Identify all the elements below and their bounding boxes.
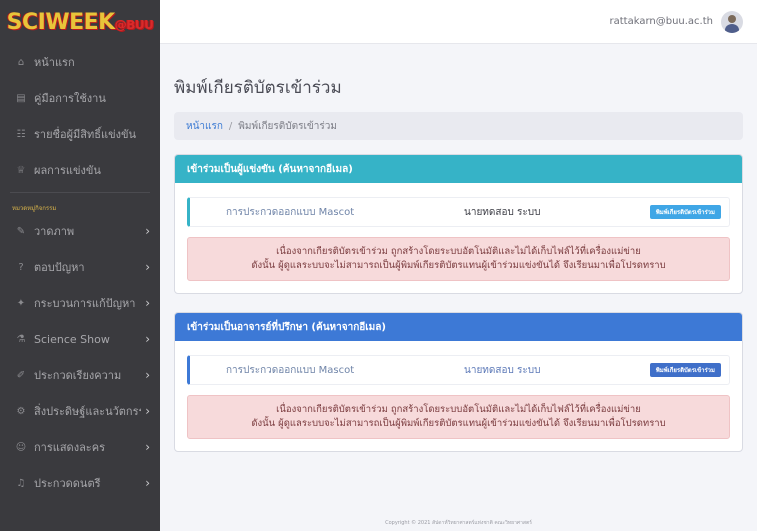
sidebar-item-drawing[interactable]: ✎ วาดภาพ › bbox=[0, 213, 160, 249]
list-item: การประกวดออกแบบ Mascot นายทดสอบ ระบบ พิม… bbox=[187, 355, 730, 385]
breadcrumb-separator: / bbox=[228, 120, 233, 132]
sidebar-item-label: Science Show bbox=[34, 332, 110, 346]
brush-icon: ✎ bbox=[16, 225, 26, 237]
trophy-icon: ♕ bbox=[16, 164, 26, 176]
notice-line-1: เนื่องจากเกียรติบัตรเข้าร่วม ถูกสร้างโดย… bbox=[276, 404, 641, 415]
pen-icon: ✐ bbox=[16, 369, 26, 381]
sidebar-item-quiz[interactable]: ? ตอบปัญหา › bbox=[0, 249, 160, 285]
bulb-icon: ✦ bbox=[16, 297, 26, 309]
topbar: rattakarn@buu.ac.th bbox=[160, 0, 757, 44]
entry-contest-title: การประกวดออกแบบ Mascot bbox=[226, 206, 355, 218]
sidebar-item-label: รายชื่อผู้มีสิทธิ์แข่งขัน bbox=[34, 128, 136, 141]
page-title: พิมพ์เกียรติบัตรเข้าร่วม bbox=[174, 78, 342, 98]
chevron-right-icon: › bbox=[145, 332, 150, 346]
logo[interactable]: SCIWEEK@BUU bbox=[0, 0, 160, 44]
competitor-card-body: การประกวดออกแบบ Mascot นายทดสอบ ระบบ พิม… bbox=[175, 183, 742, 293]
notice-alert: เนื่องจากเกียรติบัตรเข้าร่วม ถูกสร้างโดย… bbox=[187, 237, 730, 281]
chevron-right-icon: › bbox=[145, 368, 150, 382]
list-item: การประกวดออกแบบ Mascot นายทดสอบ ระบบ พิม… bbox=[187, 197, 730, 227]
entry-participant-name: นายทดสอบ ระบบ bbox=[464, 206, 541, 218]
advisor-card-header: เข้าร่วมเป็นอาจารย์ที่ปรึกษา (ค้นหาจากอี… bbox=[175, 313, 742, 341]
notice-line-2: ดังนั้น ผู้ดูแลระบบจะไม่สามารถเป็นผู้พิม… bbox=[251, 260, 666, 271]
sidebar-item-label: คู่มือการใช้งาน bbox=[34, 92, 106, 105]
notice-line-2: ดังนั้น ผู้ดูแลระบบจะไม่สามารถเป็นผู้พิม… bbox=[251, 418, 666, 429]
sidebar-item-label: ประกวดเรียงความ bbox=[34, 369, 122, 382]
mask-icon: ☺ bbox=[15, 441, 27, 453]
main-content: พิมพ์เกียรติบัตรเข้าร่วม หน้าแรก / พิมพ์… bbox=[160, 44, 757, 531]
breadcrumb-home-link[interactable]: หน้าแรก bbox=[186, 119, 223, 134]
entry-contest-title: การประกวดออกแบบ Mascot bbox=[226, 364, 355, 376]
chevron-right-icon: › bbox=[145, 260, 150, 274]
sidebar-divider bbox=[10, 192, 150, 193]
home-icon: ⌂ bbox=[17, 56, 25, 68]
sidebar-heading: หมวดหมู่กิจกรรม bbox=[12, 205, 57, 212]
sidebar-item-problem-solving[interactable]: ✦ กระบวนการแก้ปัญหา › bbox=[0, 285, 160, 321]
user-email[interactable]: rattakarn@buu.ac.th bbox=[610, 16, 714, 27]
chevron-right-icon: › bbox=[145, 224, 150, 238]
logo-suffix: @BUU bbox=[114, 17, 154, 32]
breadcrumb: หน้าแรก / พิมพ์เกียรติบัตรเข้าร่วม bbox=[174, 112, 743, 140]
sidebar-item-label: ตอบปัญหา bbox=[34, 261, 85, 274]
breadcrumb-current: พิมพ์เกียรติบัตรเข้าร่วม bbox=[238, 120, 337, 132]
question-icon: ? bbox=[18, 261, 24, 273]
sidebar-item-label: กระบวนการแก้ปัญหา bbox=[34, 297, 136, 310]
book-icon: ▤ bbox=[16, 92, 26, 104]
entry-participant-name: นายทดสอบ ระบบ bbox=[464, 364, 541, 376]
print-certificate-button[interactable]: พิมพ์เกียรติบัตรเข้าร่วม bbox=[649, 363, 721, 377]
sidebar-item-label: การแสดงละคร bbox=[34, 441, 105, 454]
sidebar-item-essay[interactable]: ✐ ประกวดเรียงความ › bbox=[0, 357, 160, 393]
chevron-right-icon: › bbox=[145, 404, 150, 418]
logo-text: SCIWEEK bbox=[6, 9, 116, 35]
sidebar-item-label: วาดภาพ bbox=[34, 225, 75, 238]
chevron-right-icon: › bbox=[145, 476, 150, 490]
competitor-card-header: เข้าร่วมเป็นผู้แข่งขัน (ค้นหาจากอีเมล) bbox=[175, 155, 742, 183]
advisor-card: เข้าร่วมเป็นอาจารย์ที่ปรึกษา (ค้นหาจากอี… bbox=[174, 312, 743, 452]
sidebar-item-eligible-list[interactable]: ☷ รายชื่อผู้มีสิทธิ์แข่งขัน bbox=[0, 116, 160, 152]
competitor-card: เข้าร่วมเป็นผู้แข่งขัน (ค้นหาจากอีเมล) ก… bbox=[174, 154, 743, 294]
sidebar-item-results[interactable]: ♕ ผลการแข่งขัน bbox=[0, 152, 160, 188]
sidebar-item-label: สิ่งประดิษฐ์และนวัตกรรม bbox=[34, 405, 142, 418]
sidebar-item-invention[interactable]: ⚙ สิ่งประดิษฐ์และนวัตกรรม › bbox=[0, 393, 160, 429]
sidebar-item-science-show[interactable]: ⚗ Science Show › bbox=[0, 321, 160, 357]
gear-icon: ⚙ bbox=[16, 405, 26, 417]
sidebar-item-label: ประกวดดนตรี bbox=[34, 477, 101, 490]
music-icon: ♫ bbox=[16, 477, 26, 489]
notice-alert: เนื่องจากเกียรติบัตรเข้าร่วม ถูกสร้างโดย… bbox=[187, 395, 730, 439]
flask-icon: ⚗ bbox=[16, 333, 26, 345]
sidebar-item-label: หน้าแรก bbox=[34, 56, 75, 69]
sidebar-item-home[interactable]: ⌂ หน้าแรก bbox=[0, 44, 160, 80]
sidebar: SCIWEEK@BUU ⌂ หน้าแรก ▤ คู่มือการใช้งาน … bbox=[0, 0, 160, 531]
print-certificate-button[interactable]: พิมพ์เกียรติบัตรเข้าร่วม bbox=[649, 205, 721, 219]
sidebar-item-manual[interactable]: ▤ คู่มือการใช้งาน bbox=[0, 80, 160, 116]
footer-copyright: Copyright © 2021 สัปดาห์วิทยาศาสตร์แห่งช… bbox=[385, 520, 532, 526]
sidebar-item-label: ผลการแข่งขัน bbox=[34, 164, 101, 177]
notice-line-1: เนื่องจากเกียรติบัตรเข้าร่วม ถูกสร้างโดย… bbox=[276, 246, 641, 257]
sidebar-item-music[interactable]: ♫ ประกวดดนตรี › bbox=[0, 465, 160, 501]
sidebar-item-drama[interactable]: ☺ การแสดงละคร › bbox=[0, 429, 160, 465]
chevron-right-icon: › bbox=[145, 440, 150, 454]
chevron-right-icon: › bbox=[145, 296, 150, 310]
avatar[interactable] bbox=[721, 10, 743, 33]
users-icon: ☷ bbox=[16, 128, 26, 140]
advisor-card-body: การประกวดออกแบบ Mascot นายทดสอบ ระบบ พิม… bbox=[175, 341, 742, 451]
